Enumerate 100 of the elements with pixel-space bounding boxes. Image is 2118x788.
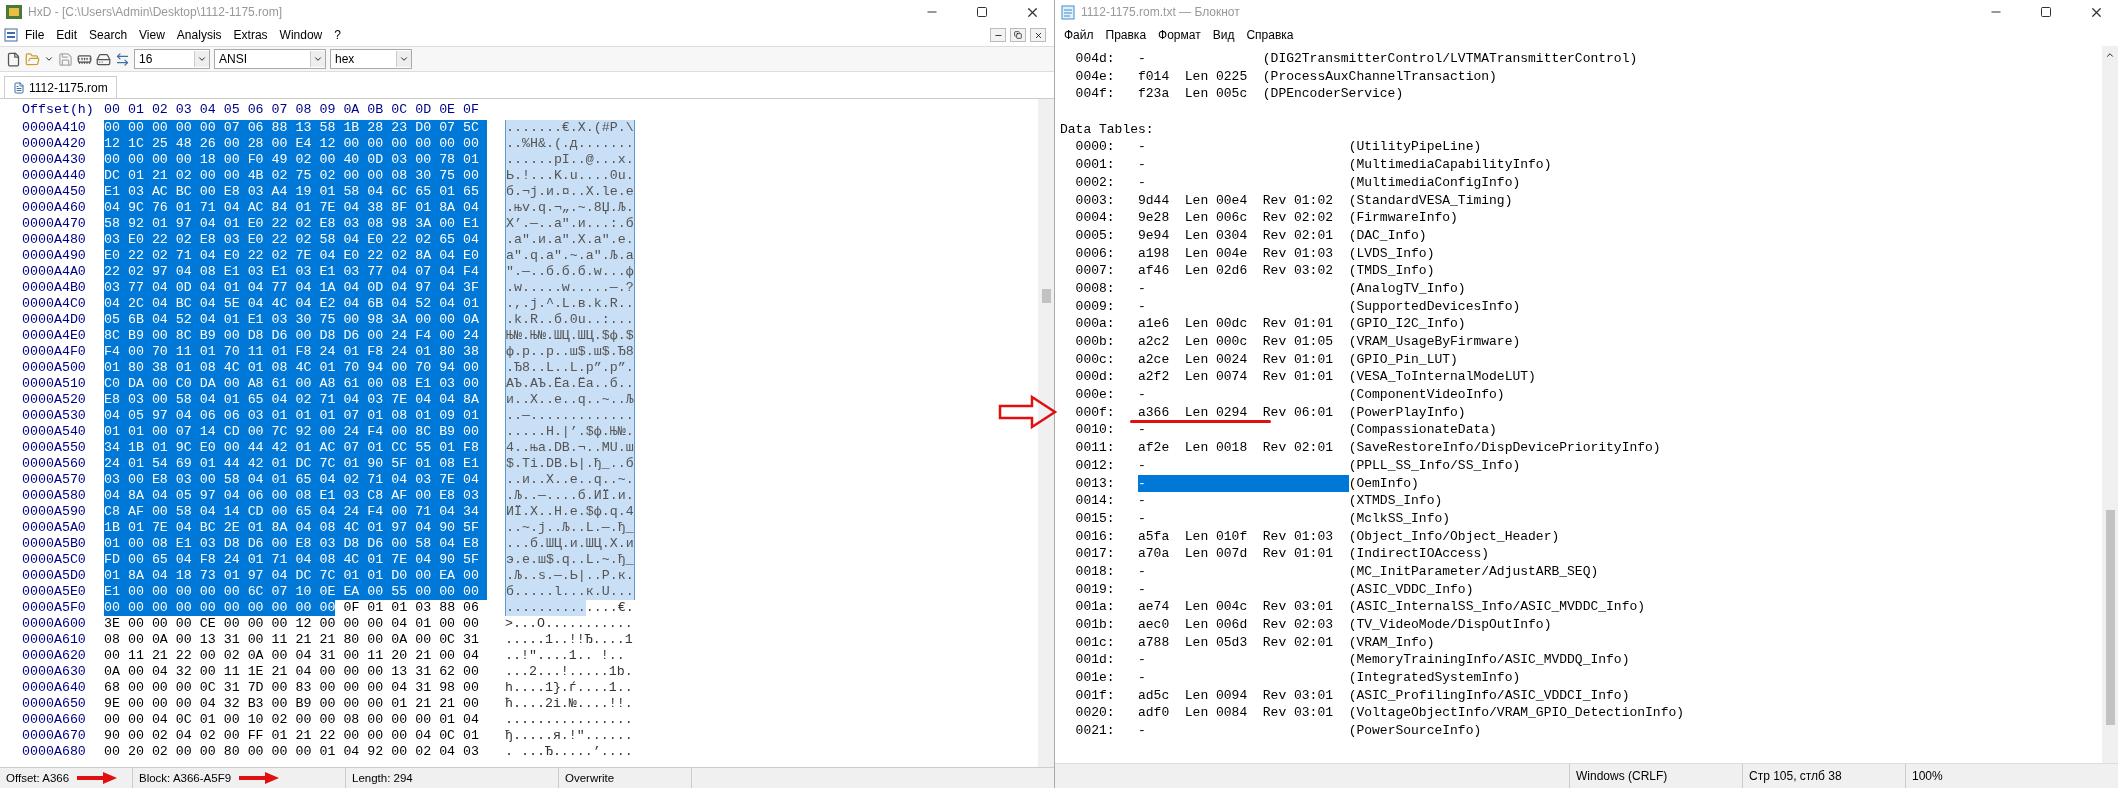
ascii-text: ..!"....1.. !.. [505,648,625,664]
line-text: (DAC_Info) [1348,226,1427,245]
line-text: Len 004c [1184,598,1249,616]
selected-ascii-text: .w.....w.....—.? [505,280,635,296]
selected-ascii-text: б.¬ј.и.¤..X.le.e [505,184,635,200]
column-header: 00 01 02 03 04 05 06 07 08 09 0A 0B 0C 0D 0E 0F [104,102,480,118]
selected-ascii-text: ИЇ.X..Н.e.$ф.q.4 [505,504,635,520]
menu-item[interactable]: Файл [1059,26,1099,44]
scrollbar[interactable] [1038,99,1054,767]
status-text: Block: A366-A5F9 [139,772,232,784]
menu-item[interactable]: ? [329,26,346,44]
new-file-icon[interactable] [6,51,21,67]
selected-hex-bytes: 12 1C 25 48 26 00 28 00 E4 12 00 00 00 00 00 00 [104,136,488,152]
line-text: Rev 03:02 [1262,262,1334,280]
selected-ascii-text: ".—..б.б.б.w...ф [505,264,635,280]
offset-label: 0000A470 [22,216,87,232]
menu-item[interactable]: Search [84,26,133,44]
menu-item[interactable]: View [134,26,170,44]
line-text: 001f: [1075,686,1116,705]
offset-label: 0000A510 [22,376,87,392]
line-text: - [1138,509,1147,528]
menu-item[interactable]: Edit [51,26,83,44]
file-tab[interactable]: 1112-1175.rom [4,76,117,98]
selected-ascii-text: .k.R..б.0u..:... [505,312,635,328]
line-text: ad5c [1138,686,1171,705]
selected-ascii-text: .а".и.а".X.а".e. [505,232,635,248]
menu-item[interactable]: Формат [1153,26,1206,44]
line-text: - [1138,421,1147,440]
scrollbar[interactable] [2102,46,2118,763]
menu-item[interactable]: Правка [1100,26,1152,44]
window-title: HxD - [C:\Users\Admin\Desktop\1112-1175.rom] [28,5,284,19]
line-text: Len 00dc [1184,315,1249,333]
offset-label: 0000A520 [22,392,87,408]
column-width-icon[interactable] [115,51,130,67]
line-text: Rev 01:01 [1262,368,1334,387]
restore-button[interactable] [1010,28,1026,42]
caret-icon[interactable] [44,54,54,64]
hex-bytes: 9E 00 00 00 04 32 B3 00 B9 00 00 00 01 21 21 00 [104,696,480,712]
line-text: 000a: [1075,315,1116,333]
offset-label: 0000A4D0 [22,312,87,328]
dropdown[interactable]: ANSI [214,49,326,69]
line-text: a788 [1138,633,1171,652]
offset-label: 0000A4E0 [22,328,87,344]
dropdown[interactable]: 16 [134,49,210,69]
line-text: - [1138,156,1147,174]
line-text: 0018: [1075,562,1116,581]
offset-label: 0000A450 [22,184,87,200]
menu-item[interactable]: Analysis [171,26,227,44]
selected-ascii-text: .......€.X.(#Р.\ [505,120,635,136]
caret-icon [399,54,409,64]
close-button[interactable] [1030,28,1046,42]
selected-ascii-text: 4..ња.DB.¬..МU.ш [505,440,635,456]
selected-ascii-text: ..и..X..e..q..~. [505,472,635,488]
scrollbar-thumb[interactable] [2105,510,2115,725]
line-text: - [1138,386,1147,404]
offset-label: 0000A640 [22,680,87,696]
line-text: Rev 02:02 [1262,209,1334,227]
line-text: Len 010f [1184,527,1249,546]
line-text: - [1138,651,1147,670]
selected-ascii-text: .њv.q.¬„.~.8Џ.Љ. [505,200,635,216]
line-text: Len 006c [1184,209,1249,227]
line-text: af2e [1138,439,1171,457]
selected-hex-bytes: 03 00 E8 03 00 58 04 01 65 04 02 71 04 03 7E 04 [104,472,488,488]
line-text: 0007: [1075,262,1116,280]
menu-item[interactable]: Window [274,26,328,44]
ascii-text: ................ [505,712,633,728]
menu-item[interactable]: Справка [1241,26,1299,44]
menu-item[interactable]: File [20,26,50,44]
caret-icon [313,54,323,64]
selected-ascii-text: Ь.!...K.u....0u. [505,168,635,184]
status-text: Overwrite [565,772,615,784]
offset-label: 0000A4B0 [22,280,87,296]
scrollbar-thumb[interactable] [1041,289,1051,303]
line-text: (VoltageObjectInfo/VRAM_GPIO_DetectionInfo) [1348,704,1685,723]
selected-ascii-text: .......... [505,600,586,616]
status-text: 100% [1912,769,1943,783]
dropdown[interactable]: hex [330,49,412,69]
selected-ascii-text: э.e.ш$.q..L.~.ђ_ [505,552,635,568]
line-text: (MemoryTrainingInfo/ASIC_MVDDQ_Info) [1348,651,1630,670]
menu-item[interactable]: Extras [228,26,273,44]
document-icon [13,81,25,94]
line-text: a2c2 [1138,333,1171,351]
line-text: (LVDS_Info) [1348,244,1435,263]
line-text: (OemInfo) [1348,474,1419,493]
scroll-up-icon[interactable] [2105,50,2115,60]
line-text: - [1138,173,1147,192]
menu-item[interactable]: Вид [1207,26,1240,44]
selected-ascii-text: и..X..e..q..~..Љ [505,392,635,408]
line-text: Rev 03:01 [1262,686,1334,705]
offset-label: 0000A650 [22,696,87,712]
minimize-button[interactable] [990,28,1006,42]
line-text: (GPIO_Pin_LUT) [1348,350,1458,369]
ascii-text: ћ....2і.№....!!. [505,696,633,712]
line-text: Len 0024 [1184,350,1249,369]
line-text: Len 0084 [1184,704,1249,723]
selected-hex-bytes: E1 03 AC BC 00 E8 03 A4 19 01 58 04 6C 65 01 65 [104,184,488,200]
ascii-text: ...2...!.....1b. [505,664,633,680]
line-text: 001e: [1075,669,1116,687]
offset-label: 0000A430 [22,152,87,168]
offset-label: 0000A5C0 [22,552,87,568]
